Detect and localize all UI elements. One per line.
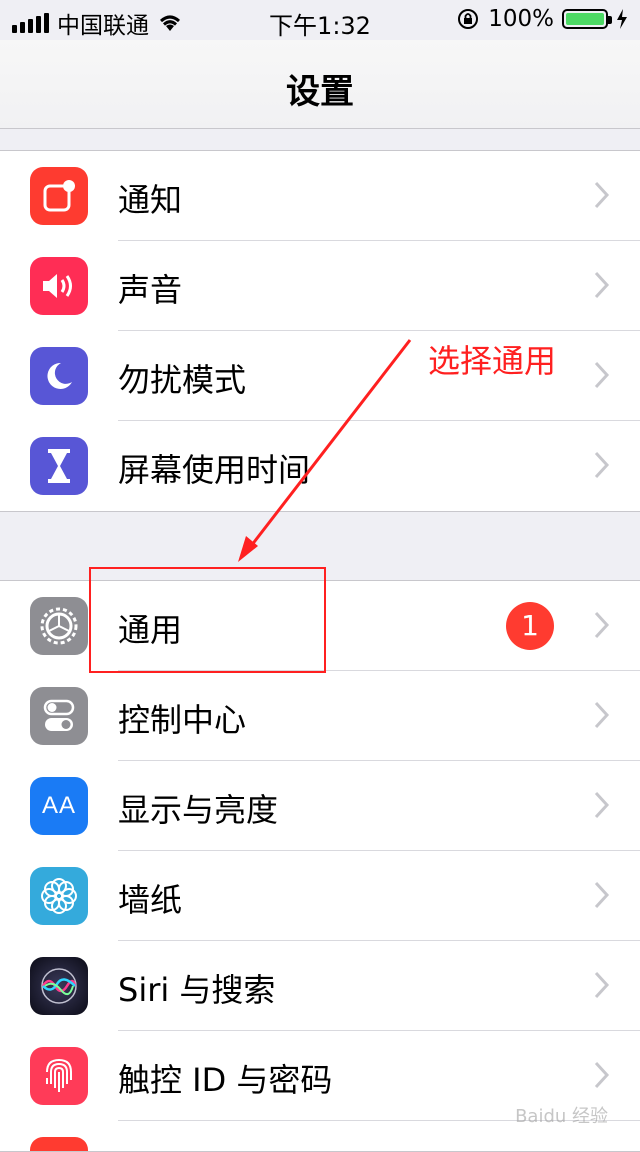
fingerprint-icon — [30, 1047, 88, 1105]
settings-group-1: 通知 声音 勿扰模式 屏幕使用时间 — [0, 150, 640, 512]
page-title: 设置 — [286, 72, 354, 112]
settings-row-label: 通知 — [118, 181, 183, 219]
chevron-right-icon — [594, 361, 610, 389]
update-badge: 1 — [506, 602, 554, 650]
gear-icon — [30, 597, 88, 655]
chevron-right-icon — [594, 271, 610, 299]
hourglass-icon — [30, 437, 88, 495]
settings-row-label: 显示与亮度 — [118, 791, 279, 829]
chevron-right-icon — [594, 611, 610, 639]
battery-icon — [562, 9, 612, 29]
settings-row-label: 控制中心 — [118, 701, 247, 739]
flower-icon — [30, 867, 88, 925]
settings-row-sounds[interactable]: 声音 — [0, 241, 640, 331]
chevron-right-icon — [594, 451, 610, 479]
settings-row-label: Siri 与搜索 — [118, 971, 276, 1009]
siri-icon — [30, 957, 88, 1015]
battery-percent: 100% — [488, 6, 554, 32]
chevron-right-icon — [594, 881, 610, 909]
settings-row-control-center[interactable]: 控制中心 — [0, 671, 640, 761]
settings-row-label: 声音 — [118, 271, 183, 309]
toggles-icon — [30, 687, 88, 745]
highlight-box — [89, 567, 326, 673]
partial-icon — [30, 1137, 88, 1151]
chevron-right-icon — [594, 701, 610, 729]
settings-row-wallpaper[interactable]: 墙纸 — [0, 851, 640, 941]
chevron-right-icon — [594, 181, 610, 209]
annotation-text: 选择通用 — [428, 342, 557, 380]
settings-row-display-brightness[interactable]: AA 显示与亮度 — [0, 761, 640, 851]
settings-row-label: 屏幕使用时间 — [118, 451, 311, 489]
settings-row-screen-time[interactable]: 屏幕使用时间 — [0, 421, 640, 511]
settings-row-siri-search[interactable]: Siri 与搜索 — [0, 941, 640, 1031]
chevron-right-icon — [594, 971, 610, 999]
text-size-icon: AA — [30, 777, 88, 835]
navigation-bar: 设置 — [0, 40, 640, 129]
chevron-right-icon — [594, 1061, 610, 1089]
settings-row-label: 触控 ID 与密码 — [118, 1061, 333, 1099]
charging-icon — [617, 9, 627, 29]
status-bar: 中国联通 下午1:32 100% — [0, 0, 640, 40]
notifications-icon — [30, 167, 88, 225]
sounds-icon — [30, 257, 88, 315]
lock-rotation-icon — [458, 9, 479, 29]
chevron-right-icon — [594, 791, 610, 819]
settings-row-label: 勿扰模式 — [118, 361, 247, 399]
watermark: Baidu 经验 — [515, 1106, 608, 1127]
settings-row-label: 墙纸 — [118, 881, 183, 919]
settings-row-notifications[interactable]: 通知 — [0, 151, 640, 241]
moon-icon — [30, 347, 88, 405]
